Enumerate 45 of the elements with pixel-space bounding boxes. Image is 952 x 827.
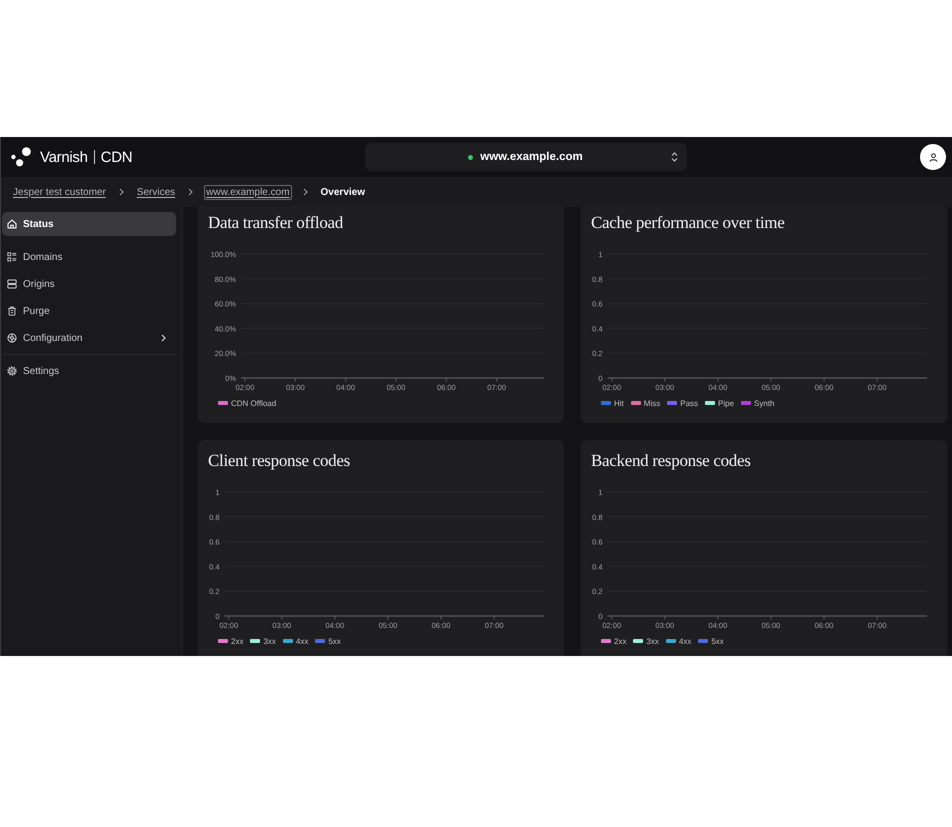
updown-caret-icon bbox=[671, 152, 678, 162]
sidebar-item[interactable]: Origins bbox=[2, 272, 176, 296]
chart-title: Data transfer offload bbox=[207, 212, 344, 234]
logo-icon bbox=[11, 147, 31, 167]
chevron-right-icon bbox=[118, 188, 124, 196]
home-icon bbox=[7, 219, 17, 229]
sidebar-item[interactable]: Configuration bbox=[2, 326, 176, 350]
sidebar-item[interactable]: Purge bbox=[2, 299, 176, 323]
legend-label: Miss bbox=[644, 398, 660, 408]
legend-label: 2xx bbox=[231, 636, 244, 646]
legend-label: Pass bbox=[680, 398, 698, 408]
brand-product: CDN bbox=[100, 148, 132, 166]
person-icon bbox=[928, 152, 938, 162]
breadcrumb-link[interactable]: Jesper test customer bbox=[11, 184, 108, 200]
sidebar-item[interactable]: Domains bbox=[2, 245, 176, 269]
legend-label: 5xx bbox=[328, 636, 341, 646]
wheel-icon bbox=[7, 333, 17, 343]
chart-title: Client response codes bbox=[207, 450, 351, 472]
legend-label: Pipe bbox=[718, 398, 734, 408]
legend-label: 2xx bbox=[614, 636, 626, 646]
service-selector[interactable]: www.example.com bbox=[365, 143, 687, 171]
chevron-right-icon bbox=[188, 188, 194, 196]
sidebar-item[interactable]: Settings bbox=[2, 359, 176, 383]
chevron-right-icon bbox=[302, 188, 308, 196]
legend-label: 3xx bbox=[646, 636, 659, 646]
legend-label: 3xx bbox=[263, 636, 276, 646]
status-dot-icon bbox=[468, 154, 474, 160]
legend-label: 4xx bbox=[678, 636, 692, 646]
chart-title: Cache performance over time bbox=[590, 212, 786, 234]
gear-icon bbox=[7, 366, 17, 376]
legend-label: CDN Offload bbox=[231, 398, 276, 408]
breadcrumb-link[interactable]: Services bbox=[134, 184, 178, 200]
list-icon bbox=[7, 252, 17, 262]
legend-label: Synth bbox=[754, 398, 775, 408]
server-icon bbox=[7, 279, 17, 289]
breadcrumb-current: Overview bbox=[320, 186, 366, 200]
sidebar-item[interactable]: Status bbox=[2, 212, 176, 236]
trash-icon bbox=[7, 306, 17, 316]
user-avatar-button[interactable] bbox=[920, 144, 946, 170]
brand-name: Varnish bbox=[40, 148, 88, 166]
breadcrumb-link[interactable]: www.example.com bbox=[204, 184, 292, 200]
legend-label: 5xx bbox=[711, 636, 724, 646]
chart-title: Backend response codes bbox=[590, 450, 752, 472]
legend-label: 4xx bbox=[296, 636, 308, 646]
legend-label: Hit bbox=[614, 398, 624, 408]
